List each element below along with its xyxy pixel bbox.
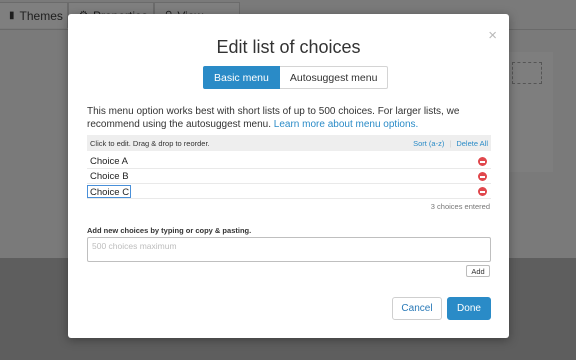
choice-edit-field[interactable]: Choice C — [87, 184, 132, 198]
delete-choice-icon[interactable] — [478, 157, 487, 166]
header-divider: | — [449, 138, 452, 148]
choice-label[interactable]: Choice B — [87, 170, 129, 183]
choice-label[interactable]: Choice A — [87, 155, 128, 168]
edit-choices-dialog: × Edit list of choices Basic menu Autosu… — [68, 14, 509, 338]
tab-autosuggest-menu[interactable]: Autosuggest menu — [279, 66, 389, 89]
done-button[interactable]: Done — [447, 297, 491, 320]
delete-choice-icon[interactable] — [478, 187, 487, 196]
sort-az-link[interactable]: Sort (a-z) — [413, 139, 444, 148]
dialog-title: Edit list of choices — [216, 37, 361, 57]
cancel-button[interactable]: Cancel — [392, 297, 442, 320]
menu-type-toggle: Basic menu Autosuggest menu — [203, 66, 389, 89]
learn-more-link[interactable]: Learn more about menu options. — [274, 119, 419, 130]
background-tab-themes: ▮ Themes — [0, 2, 68, 28]
menu-description: This menu option works best with short l… — [87, 105, 492, 131]
list-item[interactable]: Choice C — [87, 184, 491, 199]
list-item[interactable]: Choice A — [87, 154, 491, 169]
delete-all-link[interactable]: Delete All — [456, 139, 488, 148]
delete-choice-icon[interactable] — [478, 172, 487, 181]
choices-list-header: Click to edit. Drag & drop to reorder. S… — [87, 135, 491, 151]
brush-icon: ▮ — [9, 10, 15, 21]
background-drop-zone — [512, 62, 542, 84]
add-choices-input[interactable] — [87, 237, 491, 262]
list-item[interactable]: Choice B — [87, 169, 491, 184]
add-button[interactable]: Add — [466, 265, 490, 277]
tab-basic-menu[interactable]: Basic menu — [203, 66, 280, 89]
choices-count: 3 choices entered — [430, 202, 490, 211]
list-hint: Click to edit. Drag & drop to reorder. — [90, 138, 210, 148]
add-choices-label: Add new choices by typing or copy & past… — [87, 226, 252, 235]
